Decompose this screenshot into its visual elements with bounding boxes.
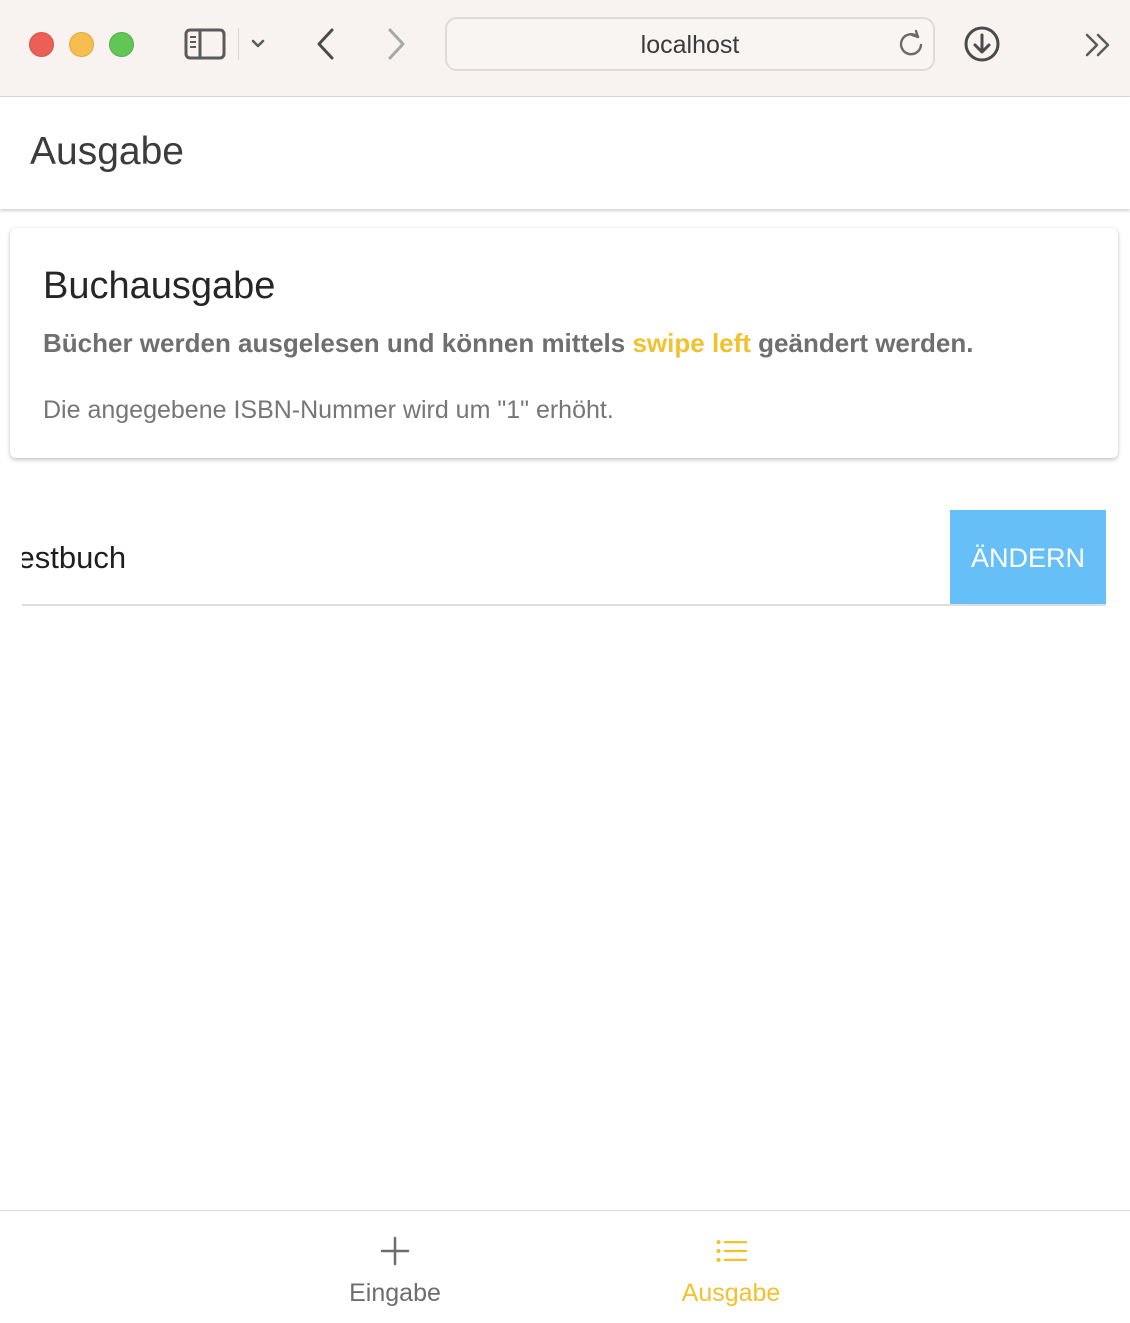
tab-eingabe-label: Eingabe — [349, 1279, 441, 1307]
url-text: localhost — [640, 31, 740, 59]
card-title: Buchausgabe — [43, 265, 276, 307]
book-title: Testbuch — [22, 540, 127, 575]
sidebar-icon[interactable] — [183, 26, 227, 62]
list-icon — [716, 1240, 747, 1262]
card-subtitle-end: geändert werden. — [750, 328, 974, 358]
browser-toolbar: localhost — [0, 0, 1130, 97]
card-subtitle: Bücher werden ausgelesen und können mitt… — [43, 328, 973, 359]
tab-ausgabe-label: Ausgabe — [681, 1279, 781, 1307]
info-card: Buchausgabe Bücher werden ausgelesen und… — [10, 228, 1118, 458]
tab-bar: Eingabe Ausgabe — [0, 1210, 1130, 1322]
toolbar-divider — [238, 28, 239, 60]
app-header: Ausgabe — [0, 97, 1130, 209]
list-item[interactable]: Testbuch ÄNDERN — [22, 510, 1106, 606]
change-button[interactable]: ÄNDERN — [950, 510, 1106, 604]
reload-icon[interactable] — [895, 28, 927, 60]
back-icon[interactable] — [310, 24, 342, 64]
card-subtitle-accent: swipe left — [632, 328, 751, 358]
page-title: Ausgabe — [30, 130, 184, 173]
chevron-down-icon[interactable] — [247, 33, 269, 55]
forward-icon[interactable] — [380, 24, 412, 64]
tab-ausgabe[interactable]: Ausgabe — [631, 1211, 831, 1323]
address-bar[interactable]: localhost — [445, 17, 935, 71]
download-icon[interactable] — [962, 24, 1002, 64]
tab-eingabe[interactable]: Eingabe — [295, 1211, 495, 1323]
card-subtitle-start: Bücher werden ausgelesen und können mitt… — [43, 328, 633, 358]
more-icon[interactable] — [1082, 30, 1114, 60]
minimize-window-button[interactable] — [69, 32, 94, 57]
card-text: Die angegebene ISBN-Nummer wird um "1" e… — [43, 396, 614, 424]
close-window-button[interactable] — [29, 32, 54, 57]
zoom-window-button[interactable] — [109, 32, 134, 57]
plus-icon — [380, 1236, 410, 1266]
